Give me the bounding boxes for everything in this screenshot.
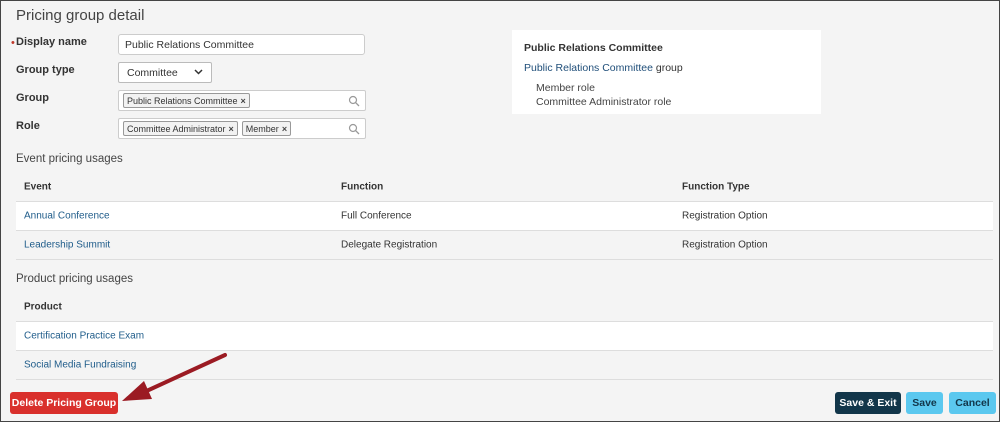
table-row: Certification Practice Exam bbox=[16, 322, 993, 351]
table-row: Leadership Summit Delegate Registration … bbox=[16, 231, 993, 260]
function-type-cell: Registration Option bbox=[682, 210, 768, 222]
save-exit-button[interactable]: Save & Exit bbox=[835, 392, 901, 414]
required-marker: • bbox=[11, 37, 15, 49]
column-header: Function Type bbox=[682, 181, 750, 193]
event-usages-table: Event Function Function Type Annual Conf… bbox=[16, 173, 993, 260]
group-tag[interactable]: Public Relations Committee × bbox=[123, 93, 250, 108]
annotation-arrow bbox=[122, 353, 227, 401]
event-link[interactable]: Leadership Summit bbox=[24, 240, 110, 251]
role-tag-label: Member bbox=[245, 123, 279, 134]
table-row: Annual Conference Full Conference Regist… bbox=[16, 202, 993, 231]
group-preview-panel: Public Relations Committee Public Relati… bbox=[512, 30, 821, 114]
preview-role: Committee Administrator role bbox=[536, 96, 672, 108]
delete-pricing-group-button[interactable]: Delete Pricing Group bbox=[10, 392, 118, 414]
group-label: Group bbox=[16, 92, 49, 104]
page-title: Pricing group detail bbox=[16, 7, 145, 24]
remove-tag-icon[interactable]: × bbox=[241, 96, 246, 106]
product-link[interactable]: Certification Practice Exam bbox=[24, 331, 144, 342]
function-cell: Full Conference bbox=[341, 210, 412, 222]
group-multiselect[interactable]: Public Relations Committee × bbox=[118, 90, 366, 111]
preview-group-link[interactable]: Public Relations Committee bbox=[524, 62, 653, 74]
column-header: Product bbox=[24, 301, 62, 313]
chevron-down-icon bbox=[194, 68, 203, 77]
event-usages-heading: Event pricing usages bbox=[16, 153, 123, 165]
display-name-input[interactable]: Public Relations Committee bbox=[118, 34, 365, 55]
search-icon[interactable] bbox=[348, 123, 360, 135]
role-tag[interactable]: Member × bbox=[241, 121, 292, 136]
display-name-label: Display name bbox=[16, 36, 87, 48]
function-cell: Delegate Registration bbox=[341, 239, 438, 251]
role-label: Role bbox=[16, 120, 40, 132]
role-multiselect[interactable]: Committee Administrator × Member × bbox=[118, 118, 366, 139]
preview-group-suffix: group bbox=[652, 62, 683, 74]
remove-tag-icon[interactable]: × bbox=[282, 124, 287, 134]
remove-tag-icon[interactable]: × bbox=[229, 124, 234, 134]
preview-group-line: Public Relations Committee group bbox=[524, 62, 809, 74]
preview-title: Public Relations Committee bbox=[524, 42, 663, 54]
table-header-row: Product bbox=[16, 293, 993, 322]
save-button[interactable]: Save bbox=[906, 392, 943, 414]
role-tag[interactable]: Committee Administrator × bbox=[123, 121, 238, 136]
column-header: Event bbox=[24, 181, 52, 193]
display-name-value: Public Relations Committee bbox=[125, 38, 254, 51]
event-link[interactable]: Annual Conference bbox=[24, 211, 110, 222]
cancel-button[interactable]: Cancel bbox=[949, 392, 996, 414]
group-type-select[interactable]: Committee bbox=[118, 62, 212, 83]
product-usages-heading: Product pricing usages bbox=[16, 273, 133, 285]
function-type-cell: Registration Option bbox=[682, 239, 768, 251]
group-type-label: Group type bbox=[16, 64, 75, 76]
column-header: Function bbox=[341, 181, 384, 193]
search-icon[interactable] bbox=[348, 95, 360, 107]
table-header-row: Event Function Function Type bbox=[16, 173, 993, 202]
role-tag-label: Committee Administrator bbox=[127, 123, 226, 134]
group-tag-label: Public Relations Committee bbox=[127, 95, 238, 106]
group-type-value: Committee bbox=[127, 66, 178, 79]
preview-role: Member role bbox=[536, 82, 595, 94]
